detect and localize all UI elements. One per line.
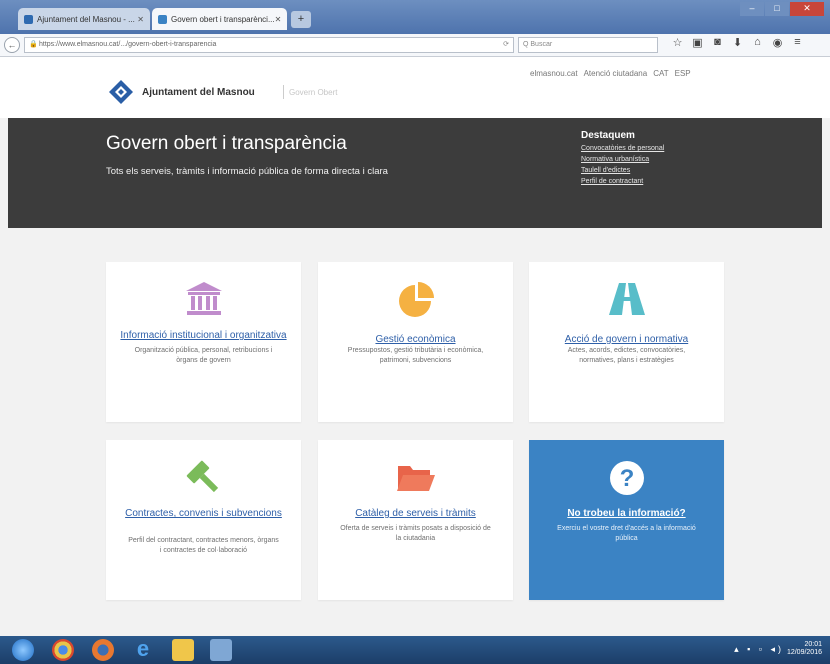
page-title: Govern obert i transparència [106, 133, 347, 154]
shield-icon[interactable]: ◉ [772, 36, 783, 49]
favicon-icon [158, 14, 167, 24]
browser-tab-active[interactable]: Govern obert i transparènci... ✕ [152, 8, 287, 30]
highlights-panel: Destaquem Convocatòries de personal Norm… [581, 130, 664, 185]
tab-label: Ajuntament del Masnou - ... [37, 14, 135, 24]
brand-name[interactable]: Ajuntament del Masnou [142, 87, 255, 98]
lang-cat[interactable]: CAT [653, 69, 668, 78]
brand-subtitle: Govern Obert [289, 88, 338, 97]
close-icon[interactable]: ✕ [137, 15, 144, 24]
lang-esp[interactable]: ESP [675, 69, 691, 78]
reload-icon[interactable]: ⟳ [503, 38, 509, 52]
browser-toolbar: ☆ ▣ ◙ ⬇ ⌂ ◉ ≡ [672, 36, 803, 49]
new-tab-button[interactable]: + [291, 11, 311, 28]
card-description: Oferta de serveis i tràmits posats a dis… [340, 525, 491, 542]
logo-icon[interactable] [108, 79, 134, 105]
firefox-icon[interactable] [92, 639, 114, 661]
window-close-icon[interactable]: ✕ [790, 2, 824, 16]
tab-label: Govern obert i transparènci... [171, 14, 275, 24]
card-title[interactable]: Gestió econòmica [332, 334, 499, 346]
link-elmasnou[interactable]: elmasnou.cat [530, 69, 578, 78]
highlight-link[interactable]: Perfil de contractant [581, 178, 664, 185]
close-icon[interactable]: ✕ [275, 15, 282, 24]
favicon-icon [24, 14, 33, 24]
folder-icon [396, 466, 435, 491]
lock-icon: 🔒 [29, 41, 38, 48]
browser-nav-bar: ← 🔒 https://www.elmasnou.cat/.../govern-… [0, 34, 830, 57]
start-button-icon[interactable] [12, 639, 34, 661]
app-icon[interactable] [210, 639, 232, 661]
clipboard-icon[interactable]: ▣ [692, 36, 703, 49]
card-description: Organització pública, personal, retribuc… [134, 347, 273, 364]
back-arrow-icon[interactable]: ← [4, 37, 20, 53]
link-atencio[interactable]: Atenció ciutadana [584, 69, 648, 78]
browser-tab-inactive[interactable]: Ajuntament del Masnou - ... ✕ [18, 8, 150, 30]
ie-icon[interactable]: e [132, 638, 154, 661]
card-catalog[interactable]: Catàleg de serveis i tràmits Oferta de s… [318, 440, 513, 600]
pie-chart-icon [398, 282, 434, 317]
clock[interactable]: 20:01 12/09/2016 [787, 641, 822, 657]
gavel-icon [186, 460, 218, 493]
browser-tab-bar: Ajuntament del Masnou - ... ✕ Govern obe… [0, 0, 830, 34]
page-subtitle: Tots els serveis, tràmits i informació p… [106, 166, 388, 177]
url-text: https://www.elmasnou.cat/.../govern-ober… [39, 41, 217, 48]
web-page: Ajuntament del Masnou Govern Obert elmas… [0, 57, 830, 636]
highlights-title: Destaquem [581, 130, 635, 141]
date: 12/09/2016 [786, 649, 822, 656]
card-description: Actes, acords, edictes, convocatòries, n… [567, 347, 686, 364]
menu-icon[interactable]: ≡ [792, 36, 803, 49]
maximize-icon[interactable]: □ [765, 2, 789, 16]
explorer-icon[interactable] [172, 639, 194, 661]
highlight-link[interactable]: Normativa urbanística [581, 156, 664, 163]
time: 20:01 [804, 641, 822, 648]
highlight-link[interactable]: Taulell d'edictes [581, 167, 664, 174]
card-help[interactable]: ? No trobeu la informació? Exerciu el vo… [529, 440, 724, 600]
question-icon: ? [609, 461, 644, 495]
window-controls: – □ ✕ [740, 2, 824, 16]
tray-icons[interactable]: ▴ ▪ ▫ ◂) [734, 644, 784, 655]
divider [283, 85, 284, 99]
minimize-icon[interactable]: – [740, 2, 764, 16]
road-icon [608, 283, 645, 315]
card-economic[interactable]: Gestió econòmica Pressupostos, gestió tr… [318, 262, 513, 422]
chrome-icon[interactable] [52, 639, 74, 661]
pocket-icon[interactable]: ◙ [712, 36, 723, 49]
card-government-action[interactable]: Acció de govern i normativa Actes, acord… [529, 262, 724, 422]
site-header: Ajuntament del Masnou Govern Obert elmas… [0, 57, 830, 118]
card-title[interactable]: Informació institucional i organitzativa [120, 330, 287, 342]
address-bar[interactable]: 🔒 https://www.elmasnou.cat/.../govern-ob… [24, 37, 514, 53]
taskbar: e ▴ ▪ ▫ ◂) 20:01 12/09/2016 [0, 636, 830, 664]
card-title[interactable]: Contractes, convenis i subvencions [120, 508, 287, 520]
card-description: Exerciu el vostre dret d'accés a la info… [557, 525, 696, 542]
top-links: elmasnou.cat Atenció ciutadana CAT ESP [530, 69, 691, 78]
highlight-link[interactable]: Convocatòries de personal [581, 145, 664, 152]
card-title[interactable]: No trobeu la informació? [543, 508, 710, 520]
card-title[interactable]: Acció de govern i normativa [543, 334, 710, 346]
svg-text:?: ? [619, 465, 634, 492]
card-institutional[interactable]: Informació institucional i organitzativa… [106, 262, 301, 422]
download-icon[interactable]: ⬇ [732, 36, 743, 49]
hero-banner: Govern obert i transparència Tots els se… [8, 118, 822, 228]
card-description: Pressupostos, gestió tributària i econòm… [347, 347, 484, 364]
home-icon[interactable]: ⌂ [752, 36, 763, 49]
search-input[interactable]: Q Buscar [518, 37, 658, 53]
card-title[interactable]: Catàleg de serveis i tràmits [332, 508, 499, 520]
star-icon[interactable]: ☆ [672, 36, 683, 49]
institution-icon [185, 282, 222, 315]
card-description: Perfil del contractant, contractes menor… [128, 537, 279, 554]
card-contracts[interactable]: Contractes, convenis i subvencions Perfi… [106, 440, 301, 600]
